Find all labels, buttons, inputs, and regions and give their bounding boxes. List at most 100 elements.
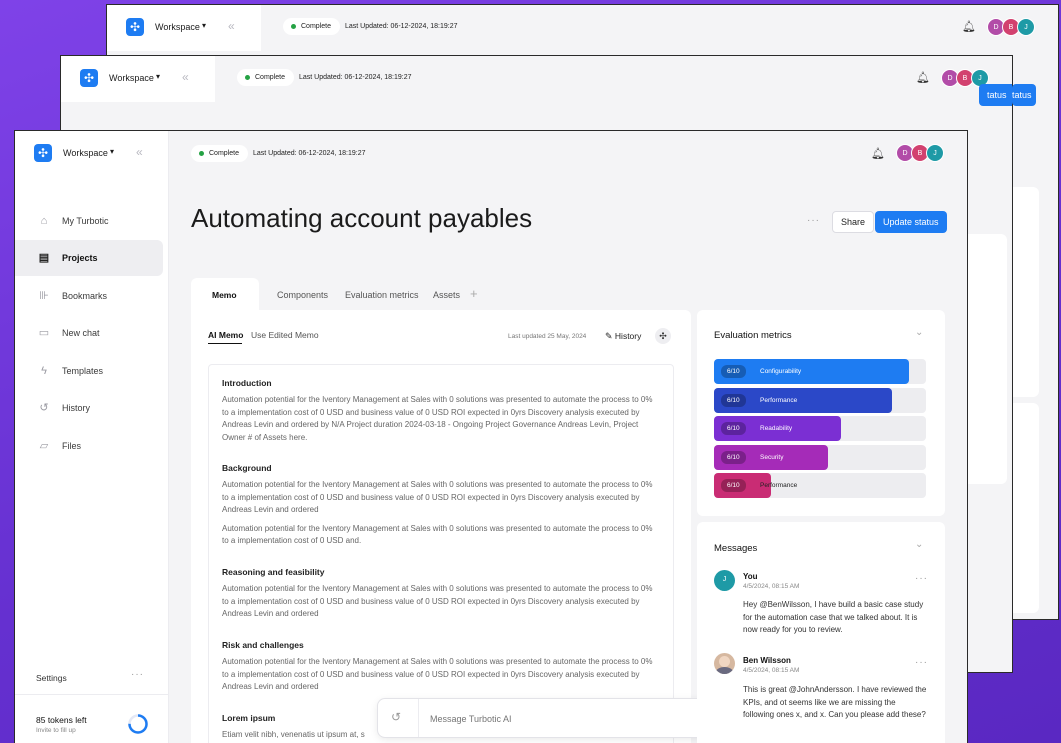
avatar-body-icon — [716, 667, 733, 674]
avatar-face-icon — [719, 656, 730, 667]
collapse-sidebar-icon[interactable]: « — [136, 145, 143, 159]
status-dot-icon — [291, 24, 296, 29]
status-badge: Complete — [191, 145, 248, 162]
memo-paragraph: Automation potential for the Iventory Ma… — [222, 523, 653, 546]
status-badge: Complete — [237, 69, 294, 86]
metric-score: 6/10 — [721, 422, 746, 435]
sidebar-item-projects[interactable]: ▤ Projects — [15, 240, 163, 276]
chevron-down-icon[interactable]: ▾ — [202, 21, 206, 30]
avatar[interactable]: J — [1017, 18, 1035, 36]
metric-row[interactable]: 6/10 Performance — [714, 473, 926, 498]
avatar-group[interactable]: D B J — [987, 18, 1039, 36]
chat-icon: ▭ — [38, 327, 50, 339]
metric-label: Readability — [760, 425, 793, 432]
ai-sparkle-icon[interactable]: ✣ — [655, 328, 671, 344]
workspace-label[interactable]: Workspace — [155, 22, 200, 32]
memo-section-heading: Introduction — [222, 378, 272, 388]
turbotic-logo-icon: ✣ — [80, 69, 98, 87]
update-status-button[interactable]: tatus — [979, 84, 1012, 106]
memo-last-updated: Last updated 25 May, 2024 — [508, 333, 587, 340]
sidebar-item-label: New chat — [62, 328, 100, 338]
metric-label: Security — [760, 453, 784, 461]
tab-memo[interactable]: Memo — [191, 278, 259, 312]
message-body: This is great @JohnAndersson. I have rev… — [743, 685, 927, 719]
sidebar-item-files[interactable]: ▱ Files — [15, 428, 163, 464]
sidebar: ✣ Workspace ▾ « ⌂ My Turbotic ▤ Projects… — [15, 131, 169, 743]
history-button[interactable]: ✎ History — [605, 331, 641, 342]
subtab-ai-memo[interactable]: AI Memo — [208, 330, 243, 340]
bell-icon[interactable]: 🔔︎ — [916, 71, 930, 84]
settings-more-icon[interactable]: ··· — [131, 669, 144, 680]
collapse-sidebar-icon[interactable]: « — [228, 19, 235, 33]
avatar: J — [714, 570, 735, 591]
message-more-icon[interactable]: ··· — [915, 573, 928, 584]
avatar-group[interactable]: D B J — [896, 144, 948, 162]
metric-row[interactable]: 6/10 Configurability — [714, 359, 926, 384]
chevron-down-icon[interactable]: ▾ — [110, 147, 114, 156]
sidebar-item-my-turbotic[interactable]: ⌂ My Turbotic — [15, 203, 163, 239]
metric-row[interactable]: 6/10 Readability — [714, 416, 926, 441]
share-button[interactable]: Share — [832, 211, 875, 233]
add-tab-icon[interactable]: + — [470, 286, 478, 301]
memo-paragraph: Automation potential for the Iventory Ma… — [222, 480, 653, 514]
tokens-invite-label[interactable]: Invite to fill up — [36, 727, 76, 734]
message-input[interactable] — [430, 711, 690, 727]
files-icon: ▱ — [39, 440, 49, 452]
settings-link[interactable]: Settings — [36, 673, 67, 683]
metric-score: 6/10 — [721, 393, 746, 407]
sidebar-item-templates[interactable]: ϟ Templates — [15, 353, 163, 389]
update-status-button[interactable]: tatus — [1012, 84, 1036, 106]
turbotic-logo-icon: ✣ — [34, 144, 52, 162]
chevron-down-icon[interactable]: ▾ — [156, 72, 160, 81]
bell-icon[interactable]: 🔔︎ — [962, 20, 976, 33]
memo-section: Background Automation potential for the … — [222, 463, 657, 548]
more-options-icon[interactable]: ··· — [807, 215, 820, 226]
sidebar-item-label: Files — [62, 441, 82, 451]
tab-assets[interactable]: Assets — [433, 290, 460, 300]
subtab-edited-memo[interactable]: Use Edited Memo — [251, 330, 319, 340]
home-icon: ⌂ — [40, 215, 48, 227]
sidebar-item-history[interactable]: ↺ History — [15, 390, 163, 426]
chevron-down-icon[interactable]: ⌄ — [915, 327, 923, 338]
page-title: Automating account payables — [191, 203, 533, 233]
metric-label: Performance — [760, 482, 798, 489]
sidebar-item-label: History — [62, 403, 91, 413]
sidebar-item-bookmarks[interactable]: ⊪ Bookmarks — [15, 278, 163, 314]
workspace-label[interactable]: Workspace — [63, 148, 108, 158]
message-author: You — [743, 572, 758, 581]
panel-title: Messages — [714, 543, 758, 554]
pencil-icon: ✎ — [605, 331, 613, 341]
metric-row[interactable]: 6/10 Performance — [714, 387, 926, 413]
chevron-down-icon[interactable]: ⌄ — [915, 539, 923, 550]
collapse-sidebar-icon[interactable]: « — [182, 70, 189, 84]
last-updated-text: Last Updated: 06-12-2024, 18:19:27 — [299, 74, 412, 81]
metric-label: Performance — [760, 396, 798, 404]
metric-label: Configurability — [760, 368, 802, 375]
status-badge: Complete — [283, 18, 340, 35]
composer-divider — [418, 699, 419, 737]
messages-panel: Messages ⌄ J You 4/5/2024, 08:15 AM ··· … — [697, 522, 945, 743]
message-author: Ben Wilsson — [743, 656, 791, 665]
tab-components[interactable]: Components — [277, 290, 328, 300]
status-dot-icon — [199, 151, 204, 156]
memo-section-heading: Risk and challenges — [222, 640, 304, 650]
memo-panel: AI Memo Use Edited Memo Last updated 25 … — [191, 310, 691, 743]
memo-paragraph: Automation potential for the Iventory Ma… — [222, 584, 653, 618]
avatar[interactable]: J — [926, 144, 944, 162]
workspace-label[interactable]: Workspace — [109, 73, 154, 83]
last-updated-text: Last Updated: 06-12-2024, 18:19:27 — [253, 150, 366, 157]
bell-icon[interactable]: 🔔︎ — [871, 147, 885, 160]
metric-score: 6/10 — [721, 365, 746, 378]
memo-document: Introduction Automation potential for th… — [208, 364, 674, 743]
tokens-progress-ring — [128, 714, 148, 734]
update-status-button[interactable]: Update status — [875, 211, 947, 233]
subtab-underline — [208, 343, 242, 344]
history-icon: ↺ — [39, 402, 49, 414]
sidebar-item-new-chat[interactable]: ▭ New chat — [15, 315, 163, 351]
message-more-icon[interactable]: ··· — [915, 657, 928, 668]
history-icon[interactable]: ↺ — [391, 710, 401, 724]
message-time: 4/5/2024, 08:15 AM — [743, 667, 800, 674]
tab-evaluation-metrics[interactable]: Evaluation metrics — [345, 290, 419, 300]
metric-row[interactable]: 6/10 Security — [714, 444, 926, 470]
metric-score: 6/10 — [721, 479, 746, 492]
